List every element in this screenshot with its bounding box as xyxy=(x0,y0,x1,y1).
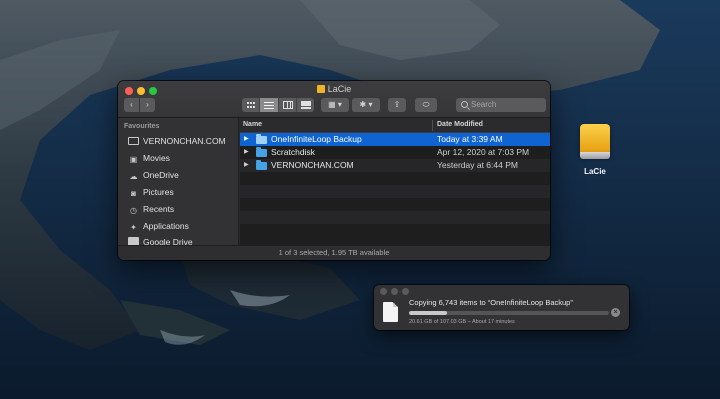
copy-progress-dialog: Copying 6,743 items to “OneInfiniteLoop … xyxy=(374,285,629,330)
empty-row xyxy=(240,198,550,211)
search-field[interactable]: Search xyxy=(456,98,546,112)
close-icon: × xyxy=(613,309,618,316)
file-date: Apr 12, 2020 at 7:03 PM xyxy=(437,147,530,157)
gear-icon: ✱ ▾ xyxy=(359,100,373,109)
zoom-button[interactable] xyxy=(402,288,409,295)
action-button[interactable]: ✱ ▾ xyxy=(352,98,380,112)
share-icon: ⇪ xyxy=(393,100,401,109)
status-bar: 1 of 3 selected, 1.95 TB available xyxy=(118,245,550,260)
sidebar-item-label: Movies xyxy=(143,153,170,163)
sidebar-item-label: OneDrive xyxy=(143,170,179,180)
folder-icon xyxy=(256,160,267,170)
disclosure-triangle-icon[interactable]: ▶ xyxy=(244,133,249,146)
forward-button[interactable]: › xyxy=(140,98,155,112)
icon-view-button[interactable] xyxy=(242,98,261,112)
view-switcher xyxy=(242,98,314,112)
empty-row xyxy=(240,211,550,224)
folder-icon xyxy=(256,147,267,157)
minimize-button[interactable] xyxy=(391,288,398,295)
tag-icon: ⬭ xyxy=(422,100,430,109)
file-date: Today at 3:39 AM xyxy=(437,134,503,144)
disclosure-triangle-icon[interactable]: ▶ xyxy=(244,146,249,159)
column-view-button[interactable] xyxy=(279,98,297,112)
lacie-drive-icon[interactable] xyxy=(577,122,613,162)
progress-fill xyxy=(409,311,447,315)
table-row[interactable]: ▶ OneInfiniteLoop Backup Today at 3:39 A… xyxy=(240,133,550,146)
tags-button[interactable]: ⬭ xyxy=(415,98,437,112)
close-button[interactable] xyxy=(380,288,387,295)
finder-window: LaCie ‹ › ▦ ▾ ✱ ▾ ⇪ ⬭ Search Favourites … xyxy=(118,81,550,260)
search-placeholder: Search xyxy=(471,100,497,109)
sidebar-item-label: Applications xyxy=(143,221,189,231)
share-button[interactable]: ⇪ xyxy=(388,98,406,112)
gallery-view-button[interactable] xyxy=(297,98,314,112)
grid-icon xyxy=(247,102,255,108)
camera-icon: ◙ xyxy=(131,189,136,198)
empty-row xyxy=(240,172,550,185)
copy-detail: 20.61 GB of 107.03 GB – About 17 minutes xyxy=(409,319,515,325)
cloud-icon: ☁ xyxy=(129,172,138,181)
title-bar[interactable]: LaCie ‹ › ▦ ▾ ✱ ▾ ⇪ ⬭ Search xyxy=(118,81,550,118)
hard-drive-icon xyxy=(128,137,139,145)
sidebar-heading: Favourites xyxy=(124,123,160,130)
name-column-header[interactable]: Name xyxy=(243,121,262,128)
gallery-icon xyxy=(300,101,311,109)
columns-icon xyxy=(282,101,293,109)
sidebar-item-label: VERNONCHAN.COM xyxy=(143,136,226,146)
file-name: VERNONCHAN.COM xyxy=(271,160,354,170)
search-icon xyxy=(461,101,468,108)
column-divider[interactable] xyxy=(432,120,433,131)
copy-progress-bar xyxy=(409,311,609,315)
folder-icon xyxy=(256,134,267,144)
sidebar-item-vernonchan[interactable]: VERNONCHAN.COM xyxy=(128,134,226,148)
copy-title: Copying 6,743 items to “OneInfiniteLoop … xyxy=(409,298,573,307)
empty-row xyxy=(240,185,550,198)
sidebar-item-recents[interactable]: ◷ Recents xyxy=(128,202,174,216)
sidebar-item-label: Pictures xyxy=(143,187,174,197)
window-title-text: LaCie xyxy=(327,84,352,94)
document-icon xyxy=(383,302,398,322)
sidebar-item-applications[interactable]: ✦ Applications xyxy=(128,219,189,233)
back-button[interactable]: ‹ xyxy=(124,98,139,112)
stop-copy-button[interactable]: × xyxy=(611,308,620,317)
clock-icon: ◷ xyxy=(130,206,137,215)
table-row[interactable]: ▶ Scratchdisk Apr 12, 2020 at 7:03 PM xyxy=(240,146,550,159)
drive-icon xyxy=(316,85,325,93)
applications-icon: ✦ xyxy=(130,223,137,232)
file-name: Scratchdisk xyxy=(271,147,315,157)
sidebar-item-movies[interactable]: ▣ Movies xyxy=(128,151,170,165)
list-view-button[interactable] xyxy=(260,98,279,112)
date-column-header[interactable]: Date Modified xyxy=(437,121,483,128)
sidebar-item-label: Recents xyxy=(143,204,175,214)
sidebar-item-pictures[interactable]: ◙ Pictures xyxy=(128,185,174,199)
group-button[interactable]: ▦ ▾ xyxy=(321,98,349,112)
chevron-left-icon: ‹ xyxy=(130,100,133,109)
group-grid-icon: ▦ ▾ xyxy=(328,100,342,109)
movies-icon: ▣ xyxy=(129,155,138,164)
table-row[interactable]: ▶ VERNONCHAN.COM Yesterday at 6:44 PM xyxy=(240,159,550,172)
file-list: Name Date Modified ▶ OneInfiniteLoop Bac… xyxy=(240,118,550,245)
sidebar: Favourites VERNONCHAN.COM ▣ Movies ☁ OneDr… xyxy=(118,118,239,247)
file-date: Yesterday at 6:44 PM xyxy=(437,160,518,170)
column-header: Name Date Modified xyxy=(240,118,550,133)
file-name: OneInfiniteLoop Backup xyxy=(271,134,362,144)
chevron-right-icon: › xyxy=(146,100,149,109)
drive-base xyxy=(580,152,610,159)
disclosure-triangle-icon[interactable]: ▶ xyxy=(244,159,249,172)
empty-row xyxy=(240,224,550,237)
sidebar-item-onedrive[interactable]: ☁ OneDrive xyxy=(128,168,179,182)
list-icon xyxy=(264,102,275,109)
window-title: LaCie xyxy=(118,84,550,94)
drive-label[interactable]: LaCie xyxy=(575,167,615,176)
